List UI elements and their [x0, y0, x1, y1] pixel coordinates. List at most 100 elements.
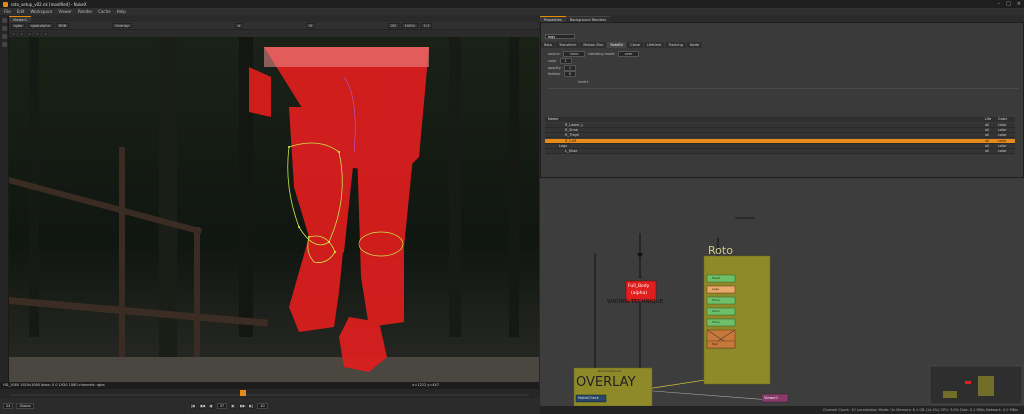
node-name-field[interactable]: legs — [545, 34, 575, 39]
brush-tool-icon[interactable] — [2, 34, 7, 39]
feather-label: feather — [548, 72, 561, 76]
last-frame-icon[interactable]: ▶| — [248, 403, 255, 409]
divider — [548, 88, 1018, 89]
layer-list-header: Name Life Color — [545, 117, 1015, 122]
subtab-transform[interactable]: Transform — [555, 42, 580, 48]
timeline[interactable] — [0, 388, 539, 398]
layer-name: R_Thigh — [565, 133, 579, 137]
header-name: Name — [548, 117, 559, 121]
subtab-motion-blur[interactable]: Motion Blur — [580, 42, 607, 48]
feather-field[interactable]: 0 — [563, 71, 576, 77]
roto-node-label[interactable]: Hair — [712, 342, 718, 346]
wrong-node-line1[interactable]: Full_Body — [628, 284, 649, 289]
header-life: Life — [985, 117, 992, 121]
roto-node-label[interactable]: Arms — [712, 309, 720, 313]
prev-key-icon[interactable]: ◀◀ — [198, 403, 205, 409]
small-node-label: Fg — [638, 275, 643, 279]
bezier-tool-icon[interactable] — [2, 26, 7, 31]
layer-color: color — [998, 133, 1007, 137]
subtab-clone[interactable]: Clone — [627, 42, 644, 48]
minimize-icon[interactable]: – — [998, 1, 1001, 7]
invert-label: invert — [578, 80, 589, 84]
layer-color: color — [998, 149, 1007, 153]
play-icon[interactable]: ▶ — [230, 403, 237, 409]
color-field[interactable]: 1 — [559, 58, 572, 64]
viewer-image — [9, 37, 539, 382]
merge-node-label[interactable]: MatteCheck — [578, 396, 599, 400]
overlay-select[interactable]: Overlay — [112, 23, 132, 28]
node-graph[interactable]: Fg Full_Body (alpha) WRONG TECHNIQUE Rot… — [540, 178, 1024, 406]
format-info: HD_1080 1920x1080 bbox: 0 0 1920 1080 ch… — [3, 383, 105, 387]
ratio-select[interactable]: 1:1 — [420, 23, 433, 28]
viewer-node-label[interactable]: Viewer1 — [764, 396, 778, 400]
title-bar: roto_setup_v02.nk [modified] - NukeX — [0, 0, 1024, 8]
roto-backdrop-label[interactable]: Roto — [708, 244, 733, 257]
increment-field[interactable]: 10 — [257, 403, 268, 409]
subtab-node[interactable]: Node — [686, 42, 702, 48]
frame-field[interactable]: 37 — [216, 403, 228, 409]
opacity-label: opacity — [548, 66, 561, 70]
subtab-rotoblr[interactable]: RotoBlr — [607, 42, 627, 48]
input-b-select[interactable]: B — [306, 23, 315, 28]
menu-file[interactable]: File — [4, 9, 11, 14]
window-title: roto_setup_v02.nk [modified] - NukeX — [11, 1, 87, 7]
subtab-lifetime[interactable]: Lifetime — [644, 42, 665, 48]
first-frame-icon[interactable]: |◀ — [189, 403, 196, 409]
eraser-tool-icon[interactable] — [2, 42, 7, 47]
mode-3d-select[interactable]: 2D — [387, 23, 399, 28]
next-key-icon[interactable]: ▶▶ — [239, 403, 246, 409]
blending-label: blending mode — [588, 52, 615, 56]
channel-sub-select[interactable]: rgba.alpha — [27, 23, 53, 28]
menu-viewer[interactable]: Viewer — [58, 9, 72, 14]
gain-icon[interactable] — [11, 31, 16, 36]
roi-icon[interactable] — [27, 31, 32, 36]
clip-icon[interactable] — [35, 31, 40, 36]
lut-icon[interactable] — [43, 31, 48, 36]
roto-node-label[interactable]: Legs — [712, 287, 719, 291]
fps-field[interactable]: 24 — [3, 403, 14, 409]
menu-render[interactable]: Render — [78, 9, 92, 14]
overlay-backdrop-title: BackdropNode1 — [598, 369, 622, 373]
viewer-toolbar: rgba rgba.alpha RGB Overlay A B 2D 100% … — [9, 22, 539, 30]
menu-edit[interactable]: Edit — [17, 9, 25, 14]
input-a-select[interactable]: A — [234, 23, 244, 28]
subtab-tracking[interactable]: Tracking — [665, 42, 686, 48]
playhead — [240, 390, 246, 396]
header-color: Color — [998, 117, 1008, 121]
rgb-select[interactable]: RGB — [55, 23, 70, 28]
invert-checkbox[interactable]: invert — [578, 79, 588, 84]
menu-help[interactable]: Help — [117, 9, 126, 14]
viewer-canvas[interactable] — [9, 37, 539, 382]
app-icon — [3, 1, 8, 7]
source-select[interactable]: none — [562, 51, 586, 57]
menu-cache[interactable]: Cache — [98, 9, 110, 14]
roto-node-label[interactable]: Torso — [712, 298, 720, 302]
source-label: source — [548, 52, 560, 56]
playback-range-select[interactable]: Global — [16, 403, 34, 409]
menu-bar: File Edit Workspace Viewer Render Cache … — [0, 8, 1024, 15]
close-icon[interactable]: × — [1017, 1, 1021, 7]
play-back-icon[interactable]: ◀ — [207, 403, 214, 409]
zoom-select[interactable]: 100% — [401, 23, 418, 28]
menu-workspace[interactable]: Workspace — [30, 9, 52, 14]
layer-row[interactable]: R_Thigh all color — [545, 133, 1015, 138]
gamma-icon[interactable] — [19, 31, 24, 36]
layer-name: L_Shoe — [565, 149, 578, 153]
select-tool-icon[interactable] — [2, 18, 7, 23]
viewer-tabbar: Viewer1 — [9, 15, 539, 22]
left-toolbar — [0, 15, 9, 414]
blending-select[interactable]: over — [617, 51, 640, 57]
maximize-icon[interactable]: □ — [1006, 1, 1011, 7]
status-bar: Channel Count: 10 Localization Mode: On … — [540, 406, 1024, 414]
wrong-node-caption: WRONG TECHNIQUE — [607, 299, 664, 305]
subtab-roto[interactable]: Roto — [541, 42, 555, 48]
layer-life: all — [985, 133, 990, 137]
playback-controls: 24 Global |◀ ◀◀ ◀ 37 ▶ ▶▶ ▶| 10 — [0, 398, 539, 414]
roto-node-label[interactable]: Head — [712, 276, 720, 280]
wrong-node-line2: (alpha) — [631, 291, 647, 296]
channels-select[interactable]: rgba — [11, 23, 25, 28]
roto-node-label[interactable]: Shoe — [712, 320, 720, 324]
node-subtabs: Roto Transform Motion Blur RotoBlr Clone… — [541, 42, 1023, 48]
overlay-backdrop-label[interactable]: OVERLAY — [576, 375, 636, 390]
layer-row[interactable]: L_Shoe all color — [545, 149, 1015, 154]
